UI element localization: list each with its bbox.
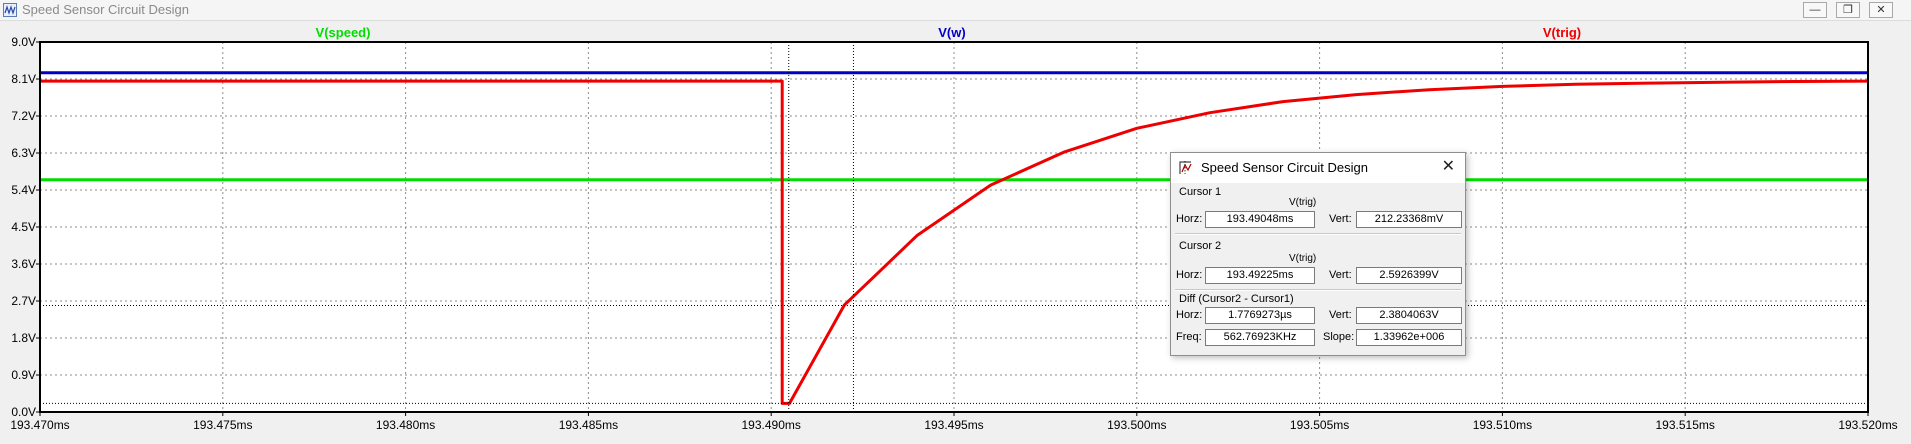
y-tick-label: 1.8V [11,331,36,345]
minimize-button[interactable]: — [1803,2,1827,18]
cursor1-horz-label: Horz: [1176,213,1203,225]
diff-slope-field[interactable]: 1.33962e+006 [1356,329,1462,346]
x-tick-label: 193.515ms [1656,418,1715,432]
cursor1-section-label: Cursor 1 [1179,186,1222,198]
diff-slope-label: Slope: [1323,331,1355,343]
dialog-body: Cursor 1 V(trig) Horz: 193.49048ms Vert:… [1171,183,1465,355]
cursor2-section-label: Cursor 2 [1179,240,1222,252]
y-tick-label: 2.7V [11,294,36,308]
close-window-button[interactable]: ✕ [1869,2,1893,18]
trace-label-w[interactable]: V(w) [938,25,965,40]
cursor1-vert-field[interactable]: 212.23368mV [1356,211,1462,228]
diff-vert-field[interactable]: 2.3804063V [1356,307,1462,324]
y-tick-label: 7.2V [11,109,36,123]
waveform-app-icon [3,3,17,17]
x-tick-label: 193.500ms [1107,418,1166,432]
cursor2-horz-field[interactable]: 193.49225ms [1205,267,1315,284]
cursor2-vert-label: Vert: [1329,269,1352,281]
y-tick-label: 8.1V [11,72,36,86]
x-tick-label: 193.495ms [924,418,983,432]
y-tick-label: 0.0V [11,405,36,419]
y-tick-label: 5.4V [11,183,36,197]
dialog-close-icon[interactable]: ✕ [1442,158,1455,176]
diff-freq-label: Freq: [1176,331,1202,343]
window-title: Speed Sensor Circuit Design [22,2,189,17]
cursor2-vert-field[interactable]: 2.5926399V [1356,267,1462,284]
cursor2-horz-label: Horz: [1176,269,1203,281]
x-tick-label: 193.520ms [1838,418,1897,432]
cursor2-trace-name: V(trig) [1289,253,1317,264]
diff-vert-label: Vert: [1329,309,1352,321]
diff-section-label: Diff (Cursor2 - Cursor1) [1179,293,1294,305]
cursor1-trace-name: V(trig) [1289,197,1317,208]
x-tick-label: 193.485ms [559,418,618,432]
cursor1-vert-label: Vert: [1329,213,1352,225]
diff-freq-field[interactable]: 562.76923KHz [1205,329,1315,346]
cursor-readout-dialog[interactable]: Speed Sensor Circuit Design ✕ Cursor 1 V… [1170,152,1466,356]
y-tick-label: 0.9V [11,368,36,382]
diff-horz-field[interactable]: 1.7769273µs [1205,307,1315,324]
y-tick-label: 3.6V [11,257,36,271]
section-divider [1175,289,1461,291]
cursor1-horz-field[interactable]: 193.49048ms [1205,211,1315,228]
cursor-probe-icon [1179,161,1192,174]
y-tick-label: 9.0V [11,35,36,49]
waveform-plot[interactable]: 0.0V 0.9V 1.8V 2.7V 3.6V 4.5V 5.4V 6.3V 7.2V 8.1V… [0,20,1911,444]
x-tick-label: 193.490ms [742,418,801,432]
window-titlebar: Speed Sensor Circuit Design — ❐ ✕ [0,0,1911,21]
x-tick-label: 193.470ms [10,418,69,432]
diff-horz-label: Horz: [1176,309,1203,321]
section-divider [1175,233,1461,235]
dialog-titlebar[interactable]: Speed Sensor Circuit Design ✕ [1171,153,1465,183]
x-tick-label: 193.480ms [376,418,435,432]
plot-grid [40,42,1868,412]
y-tick-label: 6.3V [11,146,36,160]
x-tick-label: 193.505ms [1290,418,1349,432]
x-tick-label: 193.475ms [193,418,252,432]
trace-label-trig[interactable]: V(trig) [1543,25,1581,40]
y-tick-label: 4.5V [11,220,36,234]
trace-label-speed[interactable]: V(speed) [316,25,371,40]
x-tick-label: 193.510ms [1473,418,1532,432]
restore-button[interactable]: ❐ [1836,2,1860,18]
dialog-title: Speed Sensor Circuit Design [1201,160,1368,175]
